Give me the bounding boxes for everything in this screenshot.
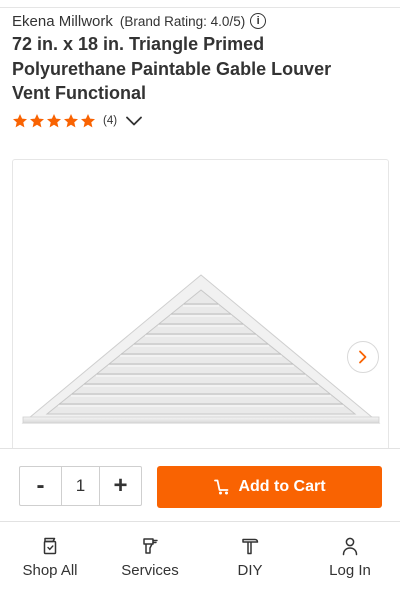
nav-services[interactable]: Services [100,522,200,592]
nav-services-label: Services [121,562,179,579]
brand-row: Ekena Millwork (Brand Rating: 4.0/5) i [12,10,267,32]
review-count[interactable]: (4) [103,115,117,127]
top-divider [0,7,400,8]
star-rating [12,113,96,129]
nav-shop-all-label: Shop All [22,562,78,579]
nav-shop-all[interactable]: Shop All [0,522,100,592]
product-title: 72 in. x 18 in. Triangle Primed Polyuret… [12,34,332,103]
brand-name-link[interactable]: Ekena Millwork [12,13,113,30]
rating-row[interactable]: (4) [12,110,142,132]
product-image [21,274,381,424]
nav-log-in-label: Log In [329,562,371,579]
cart-icon [214,479,229,495]
chevron-down-icon[interactable] [126,116,142,126]
add-to-cart-label: Add to Cart [238,478,326,495]
drill-icon [143,538,158,554]
nav-diy-label: DIY [237,562,263,579]
star-icon [81,114,95,128]
add-to-cart-bar: - 1 + Add to Cart [0,448,400,522]
decrease-quantity-button[interactable]: - [20,467,61,505]
add-to-cart-button[interactable]: Add to Cart [157,466,382,508]
brand-rating: (Brand Rating: 4.0/5) [119,13,246,29]
hammer-icon [242,538,259,555]
star-icon [13,114,27,128]
nav-diy[interactable]: DIY [200,522,300,592]
quantity-stepper: - 1 + [19,466,142,506]
star-icon [64,114,78,128]
increase-quantity-button[interactable]: + [100,467,141,505]
user-icon [342,537,358,556]
bottom-navigation: Shop All Services DIY Log In [0,522,400,592]
star-icon [30,114,44,128]
next-image-button[interactable] [347,341,379,373]
product-image-gallery[interactable] [12,159,389,459]
shop-all-icon [43,537,57,555]
star-icon [47,114,61,128]
quantity-input[interactable]: 1 [61,467,100,505]
info-icon[interactable]: i [250,13,267,29]
chevron-right-icon [359,350,367,364]
nav-log-in[interactable]: Log In [300,522,400,592]
